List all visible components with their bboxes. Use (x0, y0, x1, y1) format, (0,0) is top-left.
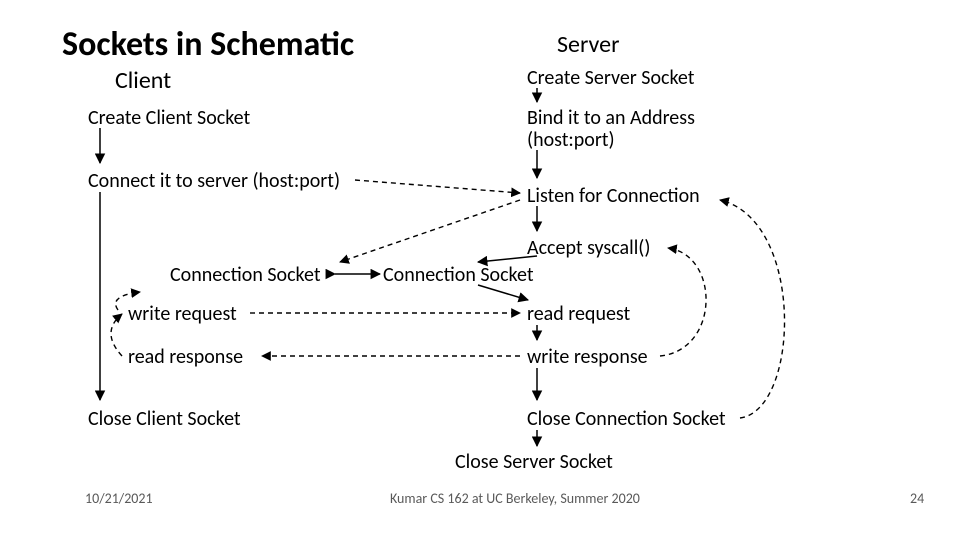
server-heading: Server (557, 30, 619, 59)
client-conn-socket: Connection Socket (170, 263, 321, 287)
footer-credit: Kumar CS 162 at UC Berkeley, Summer 2020 (390, 490, 640, 507)
client-close: Close Client Socket (88, 407, 241, 431)
server-accept: Accept syscall() (527, 236, 650, 260)
server-bind-l2: (host:port) (527, 128, 615, 152)
client-write-request: write request (128, 302, 237, 326)
server-conn-socket: Connection Socket (383, 263, 534, 287)
client-read-response: read response (128, 345, 243, 369)
arrow-listen-to-client-connsock (340, 200, 520, 262)
server-write-response: write response (527, 345, 648, 369)
server-listen: Listen for Connection (527, 184, 700, 208)
arrow-server-loop-inner (660, 248, 706, 356)
arrow-server-loop-outer (720, 200, 785, 418)
client-create: Create Client Socket (88, 106, 250, 130)
footer-date: 10/21/2021 (85, 490, 153, 507)
page-number: 24 (910, 490, 924, 507)
arrow-connsock-to-read (478, 285, 528, 300)
server-bind-l1: Bind it to an Address (527, 106, 695, 130)
server-create: Create Server Socket (527, 66, 694, 90)
arrow-connect-to-listen (355, 180, 520, 193)
arrow-client-loop-back (111, 314, 122, 356)
server-close-server: Close Server Socket (455, 450, 613, 474)
server-close-conn: Close Connection Socket (527, 407, 726, 431)
slide: { "title": "Sockets in Schematic", "clie… (0, 0, 960, 540)
client-heading: Client (115, 66, 171, 95)
server-read-request: read request (527, 302, 630, 326)
client-connect: Connect it to server (host:port) (88, 169, 340, 193)
slide-title: Sockets in Schematic (62, 24, 354, 65)
